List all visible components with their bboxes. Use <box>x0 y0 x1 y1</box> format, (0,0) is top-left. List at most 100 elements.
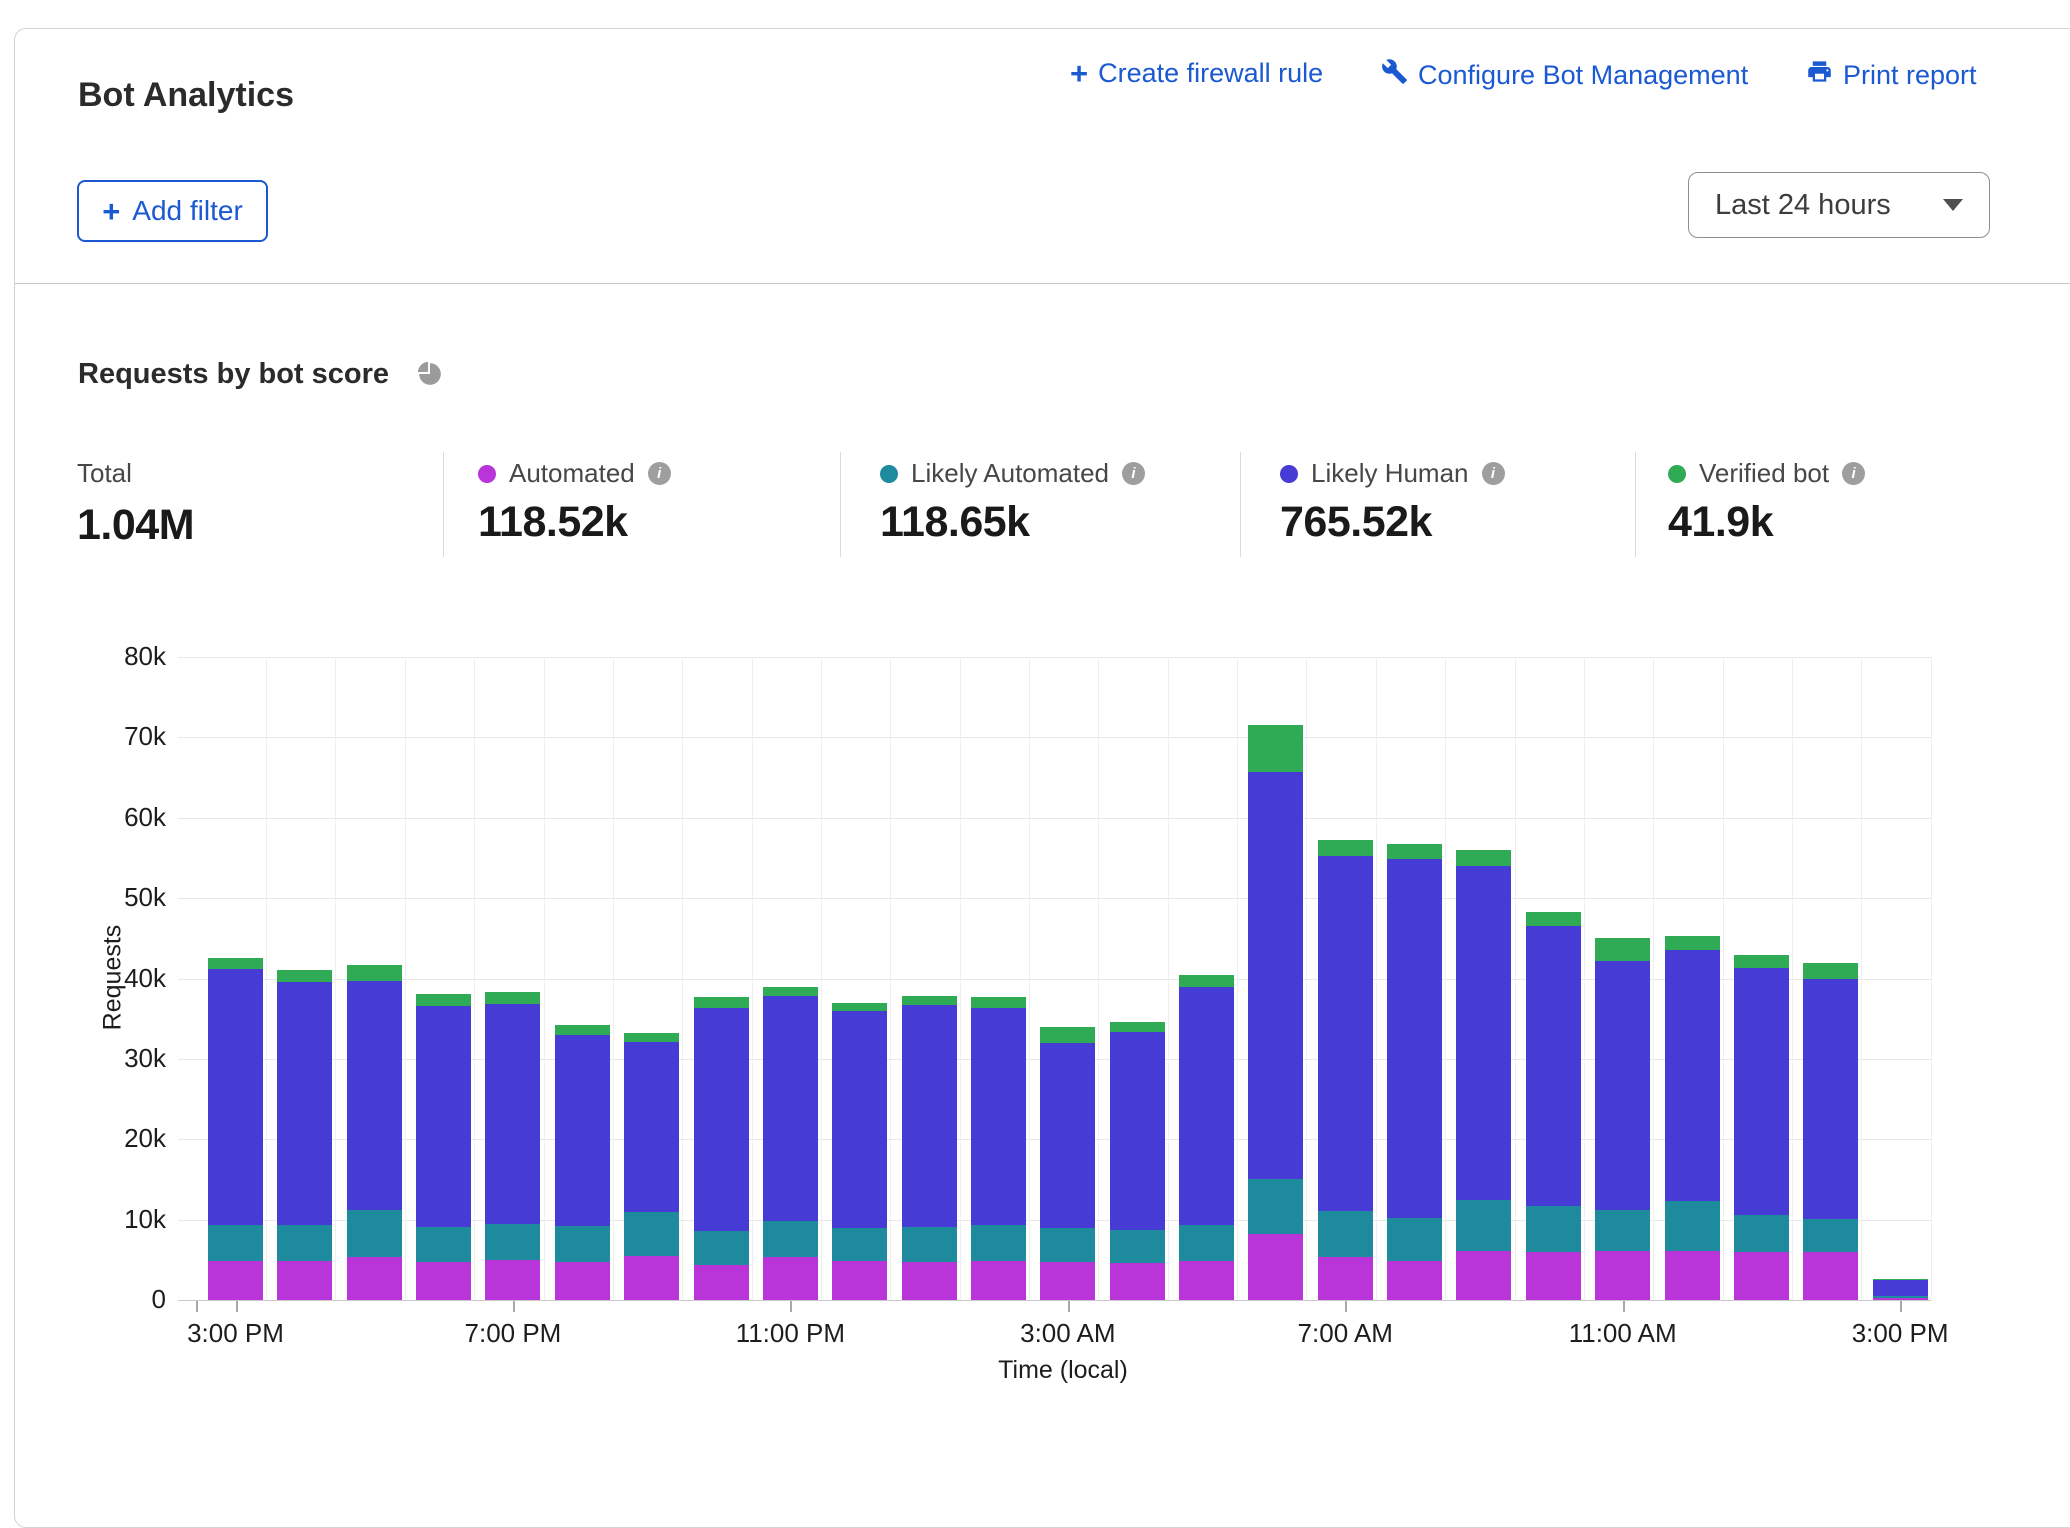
bar-segment-likely-automated <box>832 1228 887 1262</box>
chart-bar-500am[interactable] <box>1179 975 1234 1300</box>
stat-likely-human: Likely Human i 765.52k <box>1280 458 1505 547</box>
add-filter-label: Add filter <box>132 195 243 227</box>
bar-segment-verified-bot <box>1318 840 1373 856</box>
bar-segment-likely-human <box>1110 1032 1165 1230</box>
stat-likely-human-label: Likely Human <box>1311 458 1469 489</box>
info-icon[interactable]: i <box>648 462 671 485</box>
chart-bar-800am[interactable] <box>1387 844 1442 1300</box>
bar-segment-automated <box>763 1257 818 1300</box>
chart-bar-400pm[interactable] <box>277 970 332 1300</box>
bar-segment-likely-human <box>624 1042 679 1212</box>
bar-segment-likely-automated <box>971 1225 1026 1261</box>
bar-segment-automated <box>1803 1252 1858 1300</box>
bar-segment-automated <box>1665 1251 1720 1300</box>
bar-segment-likely-automated <box>1456 1200 1511 1251</box>
chart-bar-900pm[interactable] <box>624 1033 679 1300</box>
chart-bar-700pm[interactable] <box>485 992 540 1300</box>
print-report-label: Print report <box>1843 60 1977 91</box>
bar-segment-verified-bot <box>1110 1022 1165 1032</box>
analytics-card <box>14 28 2070 1528</box>
chart-bar-600pm[interactable] <box>416 994 471 1300</box>
bar-segment-automated <box>1873 1298 1928 1300</box>
chart-bar-100am[interactable] <box>902 996 957 1300</box>
chart-bar-400am[interactable] <box>1110 1022 1165 1300</box>
chart-bar-700am[interactable] <box>1318 840 1373 1300</box>
bar-segment-verified-bot <box>1387 844 1442 858</box>
add-filter-button[interactable]: + Add filter <box>77 180 268 242</box>
stat-total-label: Total <box>77 458 194 489</box>
bar-segment-automated <box>1179 1261 1234 1300</box>
verified-bot-legend-dot <box>1668 465 1686 483</box>
info-icon[interactable]: i <box>1122 462 1145 485</box>
bar-segment-likely-automated <box>1318 1211 1373 1257</box>
bar-segment-verified-bot <box>1734 955 1789 968</box>
section-title: Requests by bot score <box>78 358 389 391</box>
bar-segment-verified-bot <box>902 996 957 1005</box>
chart-bar-200am[interactable] <box>971 997 1026 1300</box>
chart-bar-300pm[interactable] <box>208 958 263 1300</box>
chart-bar-1100pm[interactable] <box>763 987 818 1300</box>
chart-bar-1000am[interactable] <box>1526 912 1581 1300</box>
chart-bar-1200am[interactable] <box>832 1003 887 1300</box>
bar-segment-verified-bot <box>832 1003 887 1010</box>
chevron-down-icon <box>1943 199 1963 211</box>
stat-separator <box>1635 452 1636 557</box>
bar-segment-verified-bot <box>1803 963 1858 979</box>
bar-segment-likely-human <box>1456 866 1511 1200</box>
bar-segment-likely-human <box>208 969 263 1225</box>
bar-segment-likely-human <box>416 1006 471 1227</box>
chart-bar-300pm[interactable] <box>1873 1279 1928 1300</box>
automated-legend-dot <box>478 465 496 483</box>
chart-bar-1100am[interactable] <box>1595 938 1650 1300</box>
y-axis-title: Requests <box>98 925 127 1031</box>
configure-bot-management-link[interactable]: Configure Bot Management <box>1381 58 1748 92</box>
bar-segment-likely-automated <box>347 1210 402 1257</box>
chart-bar-100pm[interactable] <box>1734 955 1789 1300</box>
bar-segment-verified-bot <box>971 997 1026 1008</box>
stat-automated-label: Automated <box>509 458 635 489</box>
print-report-link[interactable]: Print report <box>1806 58 1977 92</box>
bar-segment-likely-automated <box>1040 1228 1095 1263</box>
time-range-dropdown[interactable]: Last 24 hours <box>1688 172 1990 238</box>
info-icon[interactable]: i <box>1482 462 1505 485</box>
bar-segment-likely-human <box>1873 1280 1928 1296</box>
bar-segment-likely-automated <box>624 1212 679 1256</box>
bar-segment-likely-human <box>347 981 402 1210</box>
bar-segment-verified-bot <box>1595 938 1650 961</box>
stat-separator <box>840 452 841 557</box>
stat-likely-automated-value: 118.65k <box>880 498 1145 547</box>
stat-verified-bot: Verified bot i 41.9k <box>1668 458 1865 547</box>
chart-bar-500pm[interactable] <box>347 965 402 1300</box>
plus-icon: + <box>102 198 120 225</box>
likely-human-legend-dot <box>1280 465 1298 483</box>
bar-segment-likely-human <box>555 1035 610 1226</box>
bar-segment-automated <box>277 1261 332 1300</box>
bar-segment-likely-automated <box>1803 1219 1858 1252</box>
info-icon[interactable]: i <box>1842 462 1865 485</box>
time-range-value: Last 24 hours <box>1715 189 1943 222</box>
bar-segment-likely-human <box>1665 950 1720 1201</box>
chart-bar-800pm[interactable] <box>555 1025 610 1300</box>
bar-segment-verified-bot <box>1456 850 1511 866</box>
header-divider <box>15 283 2070 284</box>
bar-segment-likely-human <box>832 1011 887 1228</box>
bar-segment-verified-bot <box>208 958 263 968</box>
bar-segment-automated <box>1387 1261 1442 1300</box>
bar-segment-verified-bot <box>694 997 749 1008</box>
chart-bar-200pm[interactable] <box>1803 963 1858 1300</box>
bar-segment-verified-bot <box>555 1025 610 1035</box>
bar-segment-likely-human <box>1734 968 1789 1215</box>
chart-bar-1000pm[interactable] <box>694 997 749 1300</box>
x-axis-title: Time (local) <box>913 1356 1213 1385</box>
chart-bar-300am[interactable] <box>1040 1027 1095 1300</box>
bar-segment-likely-automated <box>694 1231 749 1266</box>
bar-segment-verified-bot <box>624 1033 679 1042</box>
bar-segment-likely-automated <box>1387 1218 1442 1261</box>
bar-segment-automated <box>624 1256 679 1300</box>
bar-segment-verified-bot <box>1665 936 1720 950</box>
chart-bar-900am[interactable] <box>1456 850 1511 1300</box>
bar-segment-automated <box>1040 1262 1095 1300</box>
chart-bar-1200pm[interactable] <box>1665 936 1720 1300</box>
create-firewall-rule-link[interactable]: + Create firewall rule <box>1070 58 1323 89</box>
chart-bar-600am[interactable] <box>1248 725 1303 1300</box>
